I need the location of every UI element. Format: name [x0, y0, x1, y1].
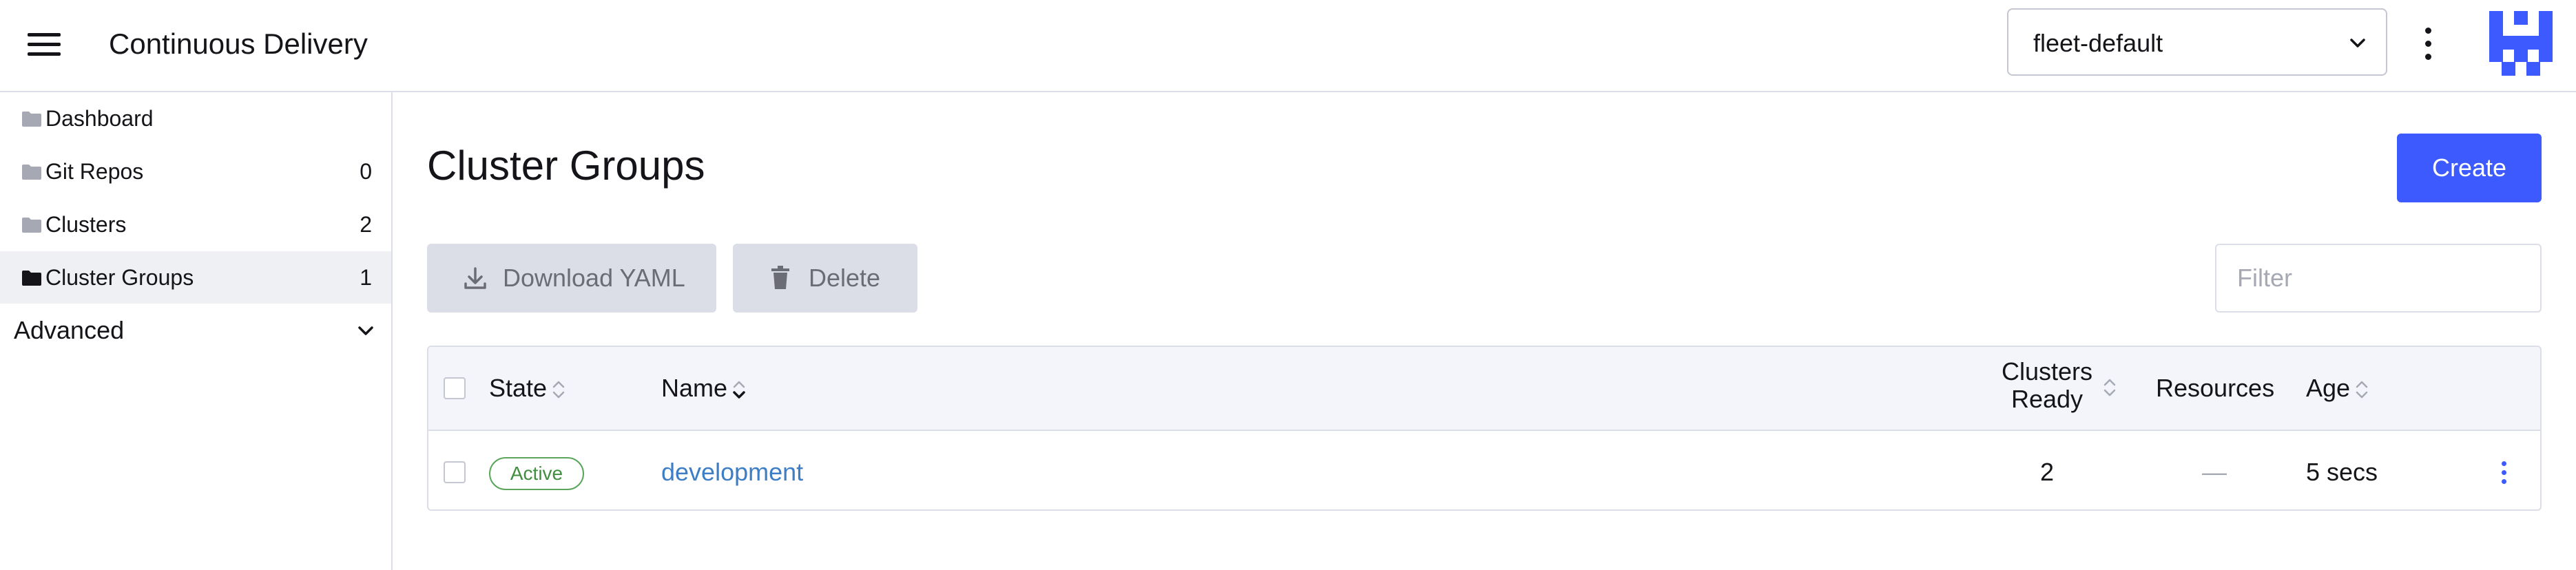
column-header-clusters-ready-line1: Clusters	[2001, 357, 2093, 386]
sidebar-item-label: Clusters	[45, 212, 127, 237]
folder-icon	[22, 165, 41, 180]
column-header-state-label: State	[489, 374, 548, 402]
sidebar-group-label: Advanced	[14, 316, 125, 344]
table-header: State Name Clusters Ready Resources Age	[428, 347, 2540, 431]
row-actions-icon[interactable]	[2497, 458, 2511, 486]
sidebar-item-cluster-groups[interactable]: Cluster Groups 1	[0, 251, 391, 304]
sidebar: Dashboard Git Repos 0 Clusters 2 Cluster…	[0, 92, 393, 570]
column-header-resources: Resources	[2156, 374, 2275, 402]
column-header-name[interactable]: Name	[661, 373, 748, 403]
column-header-state[interactable]: State	[489, 373, 568, 403]
cluster-group-name-link[interactable]: development	[661, 457, 803, 487]
folder-icon	[22, 112, 41, 127]
sidebar-item-count: 2	[360, 212, 372, 237]
sort-icon[interactable]	[2101, 376, 2119, 399]
chevron-down-icon	[358, 326, 373, 335]
sort-icon	[2356, 381, 2368, 399]
sidebar-item-count: 0	[360, 159, 372, 184]
column-header-clusters-ready[interactable]: Clusters Ready	[1985, 358, 2109, 413]
clusters-ready-value: 2	[2039, 458, 2055, 486]
column-header-name-label: Name	[661, 374, 728, 402]
filter-input[interactable]	[2215, 244, 2542, 313]
workspace-select-value: fleet-default	[2033, 29, 2163, 57]
sidebar-item-clusters[interactable]: Clusters 2	[0, 198, 391, 251]
page-title: Cluster Groups	[427, 142, 705, 189]
hamburger-menu-icon[interactable]	[28, 30, 62, 58]
sidebar-item-dashboard[interactable]: Dashboard	[0, 92, 391, 145]
sidebar-item-label: Dashboard	[45, 106, 154, 131]
folder-icon	[22, 218, 41, 233]
status-badge: Active	[489, 457, 584, 490]
download-yaml-label: Download YAML	[503, 264, 685, 292]
row-checkbox[interactable]	[444, 461, 466, 483]
age-value: 5 secs	[2306, 458, 2378, 486]
resources-value: —	[2202, 458, 2227, 486]
app-title: Continuous Delivery	[109, 28, 368, 60]
sort-desc-icon	[733, 381, 745, 399]
sidebar-item-label: Git Repos	[45, 159, 144, 184]
sidebar-item-label: Cluster Groups	[45, 265, 194, 290]
sidebar-item-count: 1	[360, 265, 372, 290]
column-header-age-label: Age	[2306, 374, 2351, 402]
column-header-age[interactable]: Age	[2306, 373, 2371, 403]
trash-icon	[771, 266, 789, 289]
download-yaml-button[interactable]: Download YAML	[427, 244, 716, 313]
cluster-groups-table: State Name Clusters Ready Resources Age …	[427, 346, 2542, 511]
workspace-select[interactable]: fleet-default	[2007, 8, 2387, 76]
sidebar-item-git-repos[interactable]: Git Repos 0	[0, 145, 391, 198]
table-row: Active development 2 — 5 secs	[428, 432, 2540, 509]
fleet-logo-icon	[2489, 11, 2553, 76]
select-all-checkbox[interactable]	[444, 377, 466, 399]
download-icon	[464, 267, 486, 289]
sidebar-group-advanced[interactable]: Advanced	[0, 306, 391, 355]
create-button[interactable]: Create	[2397, 134, 2542, 202]
chevron-down-icon	[2350, 39, 2365, 48]
column-header-clusters-ready-line2: Ready	[2011, 385, 2084, 413]
top-header: Continuous Delivery fleet-default	[0, 0, 2576, 92]
sort-icon	[552, 381, 565, 399]
header-more-icon[interactable]	[2418, 25, 2438, 63]
delete-button[interactable]: Delete	[733, 244, 917, 313]
folder-icon	[22, 271, 41, 286]
delete-label: Delete	[809, 264, 881, 292]
